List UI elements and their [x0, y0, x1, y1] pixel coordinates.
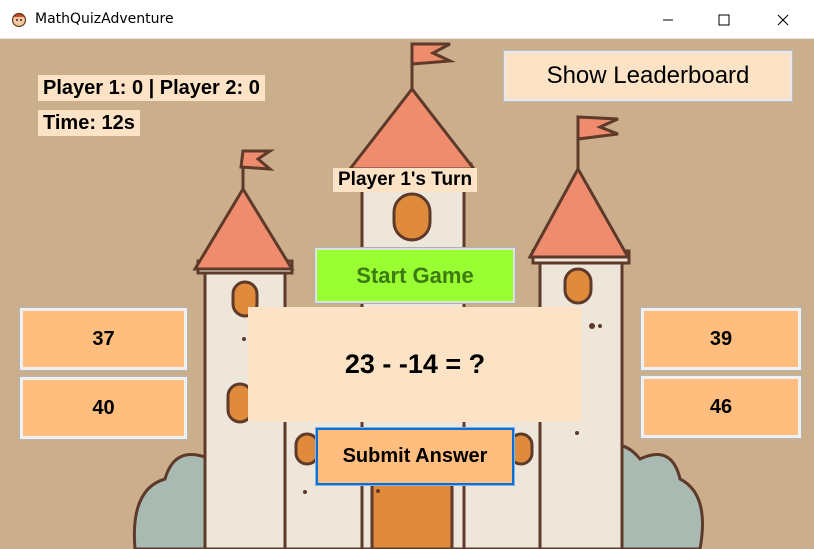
start-game-button[interactable]: Start Game: [314, 247, 516, 304]
maximize-icon: [718, 14, 730, 25]
submit-answer-button[interactable]: Submit Answer: [315, 427, 515, 486]
turn-indicator: Player 1's Turn: [333, 168, 478, 192]
show-leaderboard-button[interactable]: Show Leaderboard: [503, 50, 793, 102]
question-panel: 23 - -14 = ?: [248, 307, 582, 422]
title-bar: MathQuizAdventure: [0, 0, 814, 39]
question-text: 23 - -14 = ?: [344, 349, 486, 379]
answer-button-1[interactable]: 37: [19, 307, 188, 371]
maximize-button[interactable]: [701, 0, 747, 39]
app-window: MathQuizAdventure Player 1: 0 | Player 2…: [0, 0, 814, 549]
window-title: MathQuizAdventure: [35, 11, 174, 27]
minimize-icon: [663, 19, 673, 20]
timer-display: Time: 12s: [38, 110, 140, 136]
close-icon: [777, 14, 789, 25]
answer-button-2[interactable]: 40: [19, 376, 188, 440]
minimize-button[interactable]: [645, 0, 691, 39]
answer-button-3[interactable]: 39: [640, 307, 802, 371]
answer-button-4[interactable]: 46: [640, 375, 802, 439]
close-button[interactable]: [760, 0, 806, 39]
app-icon: [11, 12, 27, 28]
score-display: Player 1: 0 | Player 2: 0: [38, 75, 265, 101]
game-area: Player 1: 0 | Player 2: 0 Time: 12s Play…: [0, 39, 814, 549]
